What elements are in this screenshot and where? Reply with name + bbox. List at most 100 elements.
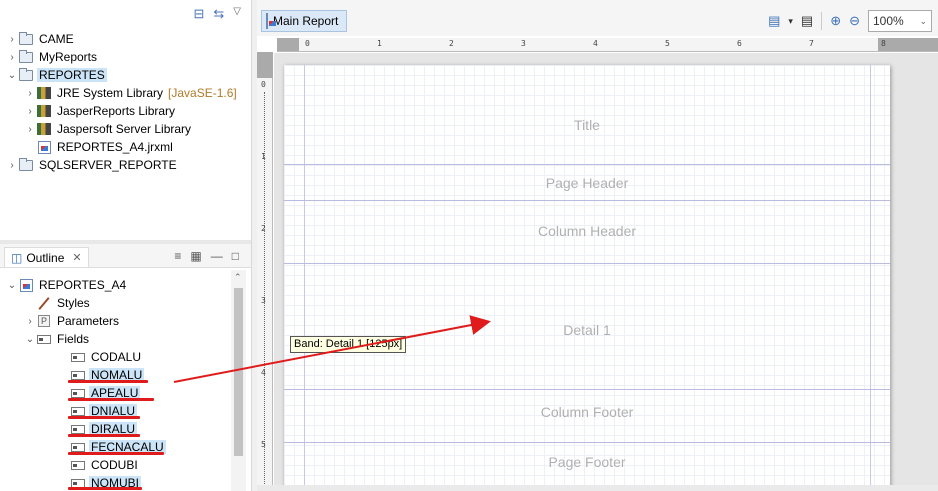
- scroll-thumb[interactable]: [234, 288, 243, 456]
- ruler-number: 5: [665, 39, 670, 48]
- layout-icon[interactable]: ▤: [801, 13, 813, 29]
- outline-item-label: Parameters: [57, 314, 120, 328]
- zoom-select[interactable]: 100% ⌄: [868, 10, 932, 32]
- expand-arrow-icon[interactable]: ›: [6, 160, 18, 171]
- band-tooltip: Band: Detail 1 [125px]: [290, 336, 407, 353]
- outline-item-label: Styles: [57, 296, 90, 310]
- tab-main-report[interactable]: Main Report: [261, 10, 348, 32]
- collapse-all-icon[interactable]: ⊟: [193, 6, 204, 22]
- dropdown-icon[interactable]: ▾: [788, 16, 793, 27]
- tree-view-icon[interactable]: ≡: [174, 249, 181, 263]
- ruler-number: 2: [261, 224, 266, 233]
- expand-arrow-icon[interactable]: ›: [24, 88, 36, 99]
- library-icon: [36, 122, 52, 136]
- project-folder-icon: [18, 49, 34, 64]
- horizontal-ruler: 0 1 2 3 4 5 6 7 8: [277, 38, 938, 52]
- ruler-margin-left: [277, 38, 299, 51]
- jrxml-file-icon: [36, 140, 52, 154]
- minimize-icon[interactable]: —: [211, 249, 223, 263]
- editor-horizontal-scrollbar[interactable]: [257, 485, 938, 491]
- annotation-underline: [68, 398, 154, 401]
- library-icon: [36, 86, 52, 100]
- close-icon[interactable]: ✕: [72, 251, 81, 264]
- zoom-out-icon[interactable]: ⊖: [849, 13, 860, 29]
- vertical-ruler: 0 1 2 3 4 5: [257, 52, 273, 491]
- collapse-arrow-icon[interactable]: ⌄: [6, 280, 18, 291]
- jre-version-decoration: [JavaSE-1.6]: [168, 86, 237, 100]
- outline-item-styles[interactable]: Styles: [36, 294, 92, 312]
- ruler-number: 5: [261, 440, 266, 449]
- report-page[interactable]: Title Page Header Column Header Detail 1…: [284, 65, 890, 491]
- ruler-number: 1: [377, 39, 382, 48]
- annotation-underline: [68, 434, 140, 437]
- fields-icon: [36, 332, 52, 346]
- zoom-value: 100%: [873, 14, 904, 28]
- tree-item-came[interactable]: › CAME: [6, 30, 76, 48]
- ruler-number: 3: [521, 39, 526, 48]
- annotation-underline: [68, 380, 148, 383]
- report-editor: Main Report ▤ ▾ ▤ ⊕ ⊖ 100% ⌄ 0 1 2 3 4 5…: [257, 0, 938, 491]
- tree-item-reportes[interactable]: ⌄ REPORTES: [6, 66, 107, 84]
- project-folder-icon: [18, 157, 34, 172]
- field-item-codubi[interactable]: CODUBI: [70, 456, 140, 474]
- field-icon: [70, 350, 86, 364]
- band-title[interactable]: [284, 65, 890, 165]
- library-icon: [36, 104, 52, 118]
- explorer-toolbar: ⊟ ⇆ ▽: [193, 6, 241, 22]
- band-label-page-header: Page Header: [545, 175, 629, 191]
- tree-item-myreports[interactable]: › MyReports: [6, 48, 99, 66]
- field-item-codalu[interactable]: CODALU: [70, 348, 143, 366]
- expand-arrow-icon[interactable]: ›: [24, 316, 36, 327]
- expand-arrow-icon[interactable]: ›: [6, 52, 18, 63]
- parameters-icon: P: [36, 314, 52, 328]
- chevron-down-icon: ⌄: [919, 15, 927, 26]
- editor-toolbar: Main Report ▤ ▾ ▤ ⊕ ⊖ 100% ⌄: [257, 0, 938, 36]
- outline-root[interactable]: ⌄ REPORTES_A4: [6, 276, 128, 294]
- field-icon: [70, 458, 86, 472]
- expand-arrow-icon[interactable]: ›: [24, 124, 36, 135]
- tree-item-label: JasperReports Library: [57, 104, 176, 118]
- outline-header: ◫ Outline ✕ ≡ ▦ — □: [0, 244, 251, 268]
- annotation-underline: [68, 416, 140, 419]
- project-explorer-panel: ⊟ ⇆ ▽ › CAME › MyReports ⌄ REPORTES › JR…: [0, 0, 251, 240]
- view-menu-icon[interactable]: ▽: [233, 6, 241, 22]
- ruler-number: 8: [881, 39, 886, 48]
- editor-tools: ▤ ▾ ▤ ⊕ ⊖ 100% ⌄: [768, 10, 932, 32]
- collapse-arrow-icon[interactable]: ⌄: [6, 70, 18, 81]
- tree-item-jaspersoft-server-library[interactable]: › Jaspersoft Server Library: [24, 120, 193, 138]
- outline-item-parameters[interactable]: › P Parameters: [24, 312, 121, 330]
- report-icon: [18, 278, 34, 292]
- tree-item-label: Jaspersoft Server Library: [57, 122, 192, 136]
- editor-tab-label: Main Report: [273, 14, 339, 28]
- outline-item-fields[interactable]: ⌄ Fields: [24, 330, 91, 348]
- outline-toolbar: ≡ ▦ — □: [174, 249, 239, 263]
- toolbar-separator: [821, 12, 823, 30]
- ruler-number: 4: [593, 39, 598, 48]
- field-label: CODUBI: [91, 458, 138, 472]
- expand-arrow-icon[interactable]: ›: [6, 34, 18, 45]
- data-format-icon[interactable]: ▤: [768, 13, 780, 29]
- collapse-arrow-icon[interactable]: ⌄: [24, 334, 36, 345]
- tree-item-label: MyReports: [39, 50, 98, 64]
- project-folder-icon: [18, 67, 34, 82]
- ruler-number: 0: [305, 39, 310, 48]
- expand-arrow-icon[interactable]: ›: [24, 106, 36, 117]
- scroll-up-icon[interactable]: ⌃: [234, 272, 242, 283]
- tree-item-jre-library[interactable]: › JRE System Library [JavaSE-1.6]: [24, 84, 237, 102]
- link-with-editor-icon[interactable]: ⇆: [213, 6, 224, 22]
- maximize-icon[interactable]: □: [232, 249, 239, 263]
- outline-root-label: REPORTES_A4: [39, 278, 127, 292]
- outline-item-label: Fields: [57, 332, 90, 346]
- outline-scrollbar[interactable]: ⌃: [231, 270, 246, 491]
- band-label-title: Title: [574, 117, 600, 133]
- annotation-underline: [68, 452, 164, 455]
- tree-item-jrxml-file[interactable]: REPORTES_A4.jrxml: [36, 138, 175, 156]
- zoom-in-icon[interactable]: ⊕: [830, 13, 841, 29]
- tab-outline[interactable]: ◫ Outline ✕: [4, 247, 89, 267]
- band-label-column-header: Column Header: [537, 223, 637, 239]
- new-element-icon[interactable]: ▦: [190, 249, 201, 263]
- report-icon: [266, 13, 268, 29]
- tree-item-sqlserver-reporte[interactable]: › SQLSERVER_REPORTE: [6, 156, 179, 174]
- tree-item-jasperreports-library[interactable]: › JasperReports Library: [24, 102, 177, 120]
- ruler-number: 6: [737, 39, 742, 48]
